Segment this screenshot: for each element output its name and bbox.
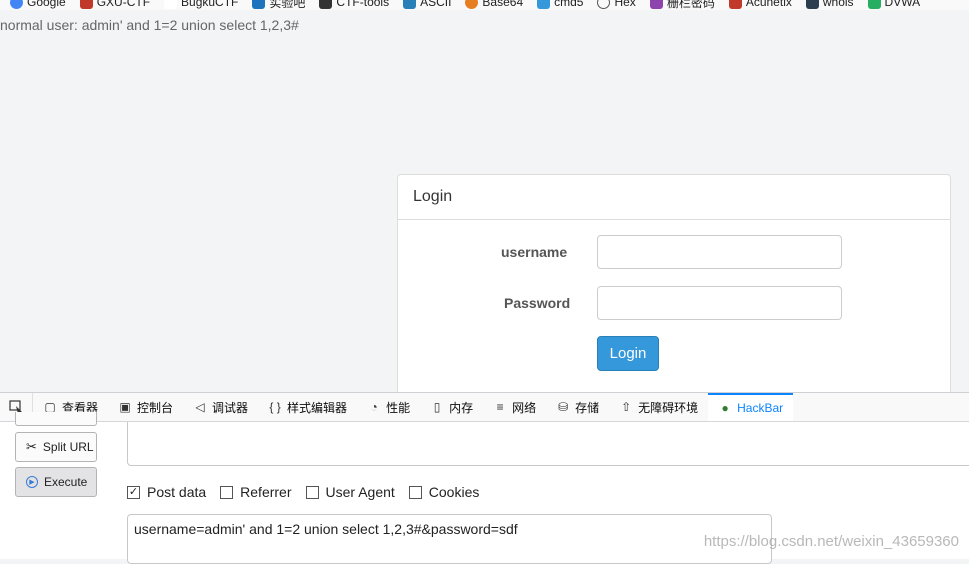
gxu-icon xyxy=(79,0,93,9)
hackbar-body: ✂ Split URL ▶ Execute ✓ Post data Referre… xyxy=(0,412,969,564)
password-label: Password xyxy=(504,295,571,311)
memory-icon: ▯ xyxy=(433,400,441,414)
bookmark-ctf-tools[interactable]: CTF-tools xyxy=(319,0,389,9)
network-icon: ≡ xyxy=(496,400,504,414)
query-result-text: normal user: admin' and 1=2 union select… xyxy=(0,17,299,33)
fence-icon xyxy=(649,0,663,9)
tab-style-editor[interactable]: { } 样式编辑器 xyxy=(258,393,357,421)
devtools-toolbar: ▢ 查看器 ▣ 控制台 ◁ 调试器 { } 样式编辑器 ◔ 性能 ▯ 内存 ≡ 网络 ⛁ 存储 … xyxy=(0,393,969,422)
execute-button[interactable]: ▶ Execute xyxy=(15,467,97,497)
load-url-button[interactable] xyxy=(15,412,97,426)
bookmark-fence-cipher[interactable]: 栅栏密码 xyxy=(649,0,715,10)
post-data-textarea[interactable]: username=admin' and 1=2 union select 1,2… xyxy=(127,514,772,564)
hackbar-icon: ● xyxy=(721,401,729,415)
acunetix-icon xyxy=(728,0,742,9)
user-agent-checkbox[interactable]: User Agent xyxy=(305,484,395,500)
accessibility-icon: ⇧ xyxy=(621,400,632,414)
checkbox-empty-icon xyxy=(305,485,319,499)
tab-storage[interactable]: ⛁ 存储 xyxy=(546,393,609,421)
whois-icon xyxy=(805,0,819,9)
hackbar-options: ✓ Post data Referrer User Agent Cookies xyxy=(127,484,479,500)
base64-icon xyxy=(465,0,479,9)
devtools-panel: ▢ 查看器 ▣ 控制台 ◁ 调试器 { } 样式编辑器 ◔ 性能 ▯ 内存 ≡ 网络 ⛁ 存储 … xyxy=(0,392,969,564)
bookmark-base64[interactable]: Base64 xyxy=(465,0,523,9)
style-editor-icon: { } xyxy=(269,400,281,414)
ascii-icon xyxy=(403,0,417,9)
username-label: username xyxy=(501,244,568,260)
bookmark-gxu-ctf[interactable]: GXU-CTF xyxy=(79,0,150,9)
tab-hackbar[interactable]: ● HackBar xyxy=(708,393,794,421)
referrer-checkbox[interactable]: Referrer xyxy=(220,484,292,500)
globe-icon xyxy=(597,0,611,9)
login-button[interactable]: Login xyxy=(597,336,659,371)
shiyanba-icon xyxy=(252,0,266,9)
tab-memory[interactable]: ▯ 内存 xyxy=(420,393,483,421)
checkbox-empty-icon xyxy=(408,485,422,499)
tab-performance[interactable]: ◔ 性能 xyxy=(357,393,420,421)
checkbox-checked-icon: ✓ xyxy=(127,485,140,499)
tab-accessibility[interactable]: ⇧ 无障碍环境 xyxy=(609,393,708,421)
bugku-icon xyxy=(164,0,178,9)
console-icon: ▣ xyxy=(119,400,131,414)
cmd5-icon xyxy=(537,0,551,9)
panel-heading: Login xyxy=(398,175,950,220)
bookmark-whois[interactable]: whois xyxy=(805,0,854,9)
google-icon xyxy=(10,0,23,9)
tab-console[interactable]: ▣ 控制台 xyxy=(108,393,183,421)
ctf-tools-icon xyxy=(319,0,333,9)
url-textarea[interactable] xyxy=(127,422,969,466)
password-input[interactable] xyxy=(597,286,842,320)
storage-icon: ⛁ xyxy=(558,400,569,414)
play-icon: ▶ xyxy=(26,476,38,488)
bookmark-acunetix[interactable]: Acunetix xyxy=(728,0,792,9)
bookmark-ascii[interactable]: ASCII xyxy=(403,0,451,9)
tab-network[interactable]: ≡ 网络 xyxy=(483,393,546,421)
bookmark-dvwa[interactable]: DVWA xyxy=(867,0,920,9)
performance-icon: ◔ xyxy=(370,400,378,414)
scissors-icon: ✂ xyxy=(26,439,37,454)
bookmark-shiyanba[interactable]: 实验吧 xyxy=(252,0,305,10)
bookmark-google[interactable]: Google xyxy=(10,0,66,9)
bookmark-cmd5[interactable]: cmd5 xyxy=(537,0,583,9)
bookmark-hex[interactable]: Hex xyxy=(597,0,636,9)
login-panel: Login username Password Login xyxy=(397,174,951,414)
dvwa-icon xyxy=(867,0,881,9)
debugger-icon: ◁ xyxy=(195,400,205,414)
tab-debugger[interactable]: ◁ 调试器 xyxy=(183,393,258,421)
checkbox-empty-icon xyxy=(220,485,234,499)
username-input[interactable] xyxy=(597,235,842,269)
watermark-text: https://blog.csdn.net/weixin_43659360 xyxy=(703,533,959,550)
bookmarks-bar: Google GXU-CTF BugkuCTF 实验吧 CTF-tools AS… xyxy=(0,0,969,10)
bookmark-bugkuctf[interactable]: BugkuCTF xyxy=(164,0,238,9)
cookies-checkbox[interactable]: Cookies xyxy=(408,484,479,500)
post-data-checkbox[interactable]: ✓ Post data xyxy=(127,484,206,500)
split-url-button[interactable]: ✂ Split URL xyxy=(15,432,97,462)
